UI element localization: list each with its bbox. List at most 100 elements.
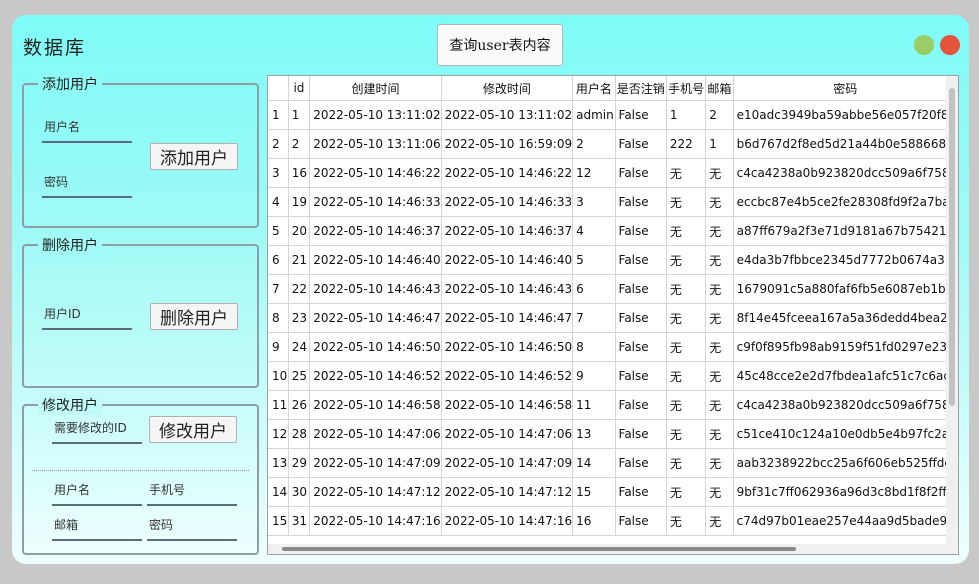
cell-password[interactable]: c74d97b01eae257e44aa9d5bade9: [733, 506, 958, 536]
user-table[interactable]: id 创建时间 修改时间 用户名 是否注销 手机号 邮箱 密码 1 1 2022-0…: [267, 75, 959, 555]
cell-modified[interactable]: 2022-05-10 14:47:09: [441, 448, 574, 478]
cell-rownum[interactable]: 5: [268, 216, 289, 246]
cell-created[interactable]: 2022-05-10 13:11:02: [309, 100, 442, 130]
modify-phone-input[interactable]: 手机号: [147, 480, 237, 506]
cell-rownum[interactable]: 10: [268, 361, 289, 391]
table-row[interactable]: 14 30 2022-05-10 14:47:12 2022-05-10 14:47:…: [268, 477, 958, 507]
minimize-icon[interactable]: [914, 35, 934, 55]
vertical-scrollbar[interactable]: [946, 76, 958, 554]
add-user-button[interactable]: 添加用户: [150, 143, 238, 170]
cell-id[interactable]: 20: [288, 216, 311, 246]
cell-modified[interactable]: 2022-05-10 14:47:06: [441, 419, 574, 449]
cell-password[interactable]: e10adc3949ba59abbe56e057f20f8: [733, 100, 958, 130]
cell-username[interactable]: 6: [572, 274, 616, 304]
cell-rownum[interactable]: 6: [268, 245, 289, 275]
cell-username[interactable]: 4: [572, 216, 616, 246]
cell-created[interactable]: 2022-05-10 14:46:33: [309, 187, 442, 217]
cell-username[interactable]: admin: [572, 100, 616, 130]
cell-created[interactable]: 2022-05-10 14:46:47: [309, 303, 442, 333]
cell-id[interactable]: 1: [288, 100, 311, 130]
column-header-rownum[interactable]: [268, 76, 289, 101]
cell-email[interactable]: 2: [705, 100, 734, 130]
cell-created[interactable]: 2022-05-10 14:46:58: [309, 390, 442, 420]
table-row[interactable]: 7 22 2022-05-10 14:46:43 2022-05-10 14:46:4…: [268, 274, 958, 304]
cell-password[interactable]: 1679091c5a880faf6fb5e6087eb1b2: [733, 274, 958, 304]
cell-modified[interactable]: 2022-05-10 14:46:33: [441, 187, 574, 217]
table-row[interactable]: 10 25 2022-05-10 14:46:52 2022-05-10 14:46:…: [268, 361, 958, 391]
cell-email[interactable]: 无: [705, 448, 734, 478]
cell-deleted[interactable]: False: [615, 274, 667, 304]
cell-username[interactable]: 2: [572, 129, 616, 159]
cell-email[interactable]: 无: [705, 506, 734, 536]
cell-username[interactable]: 7: [572, 303, 616, 333]
add-password-input[interactable]: 密码: [42, 172, 132, 198]
cell-id[interactable]: 23: [288, 303, 311, 333]
table-row[interactable]: 4 19 2022-05-10 14:46:33 2022-05-10 14:46:3…: [268, 187, 958, 217]
cell-rownum[interactable]: 7: [268, 274, 289, 304]
column-header-deleted[interactable]: 是否注销: [615, 76, 667, 101]
table-row[interactable]: 8 23 2022-05-10 14:46:47 2022-05-10 14:46:4…: [268, 303, 958, 333]
cell-created[interactable]: 2022-05-10 14:46:52: [309, 361, 442, 391]
table-row[interactable]: 12 28 2022-05-10 14:47:06 2022-05-10 14:47:…: [268, 419, 958, 449]
cell-modified[interactable]: 2022-05-10 14:46:50: [441, 332, 574, 362]
cell-password[interactable]: aab3238922bcc25a6f606eb525ffdc: [733, 448, 958, 478]
cell-username[interactable]: 9: [572, 361, 616, 391]
cell-modified[interactable]: 2022-05-10 14:46:22: [441, 158, 574, 188]
cell-rownum[interactable]: 2: [268, 129, 289, 159]
modify-email-input[interactable]: 邮箱: [52, 515, 142, 541]
cell-deleted[interactable]: False: [615, 216, 667, 246]
cell-password[interactable]: e4da3b7fbbce2345d7772b0674a3: [733, 245, 958, 275]
cell-id[interactable]: 24: [288, 332, 311, 362]
table-row[interactable]: 3 16 2022-05-10 14:46:22 2022-05-10 14:46:2…: [268, 158, 958, 188]
cell-id[interactable]: 22: [288, 274, 311, 304]
column-header-modified[interactable]: 修改时间: [441, 76, 574, 101]
cell-id[interactable]: 30: [288, 477, 311, 507]
close-icon[interactable]: [940, 35, 960, 55]
table-row[interactable]: 15 31 2022-05-10 14:47:16 2022-05-10 14:47:…: [268, 506, 958, 536]
cell-username[interactable]: 14: [572, 448, 616, 478]
cell-phone[interactable]: 无: [666, 332, 707, 362]
cell-deleted[interactable]: False: [615, 506, 667, 536]
cell-username[interactable]: 5: [572, 245, 616, 275]
add-username-input[interactable]: 用户名: [42, 117, 132, 143]
cell-deleted[interactable]: False: [615, 245, 667, 275]
cell-username[interactable]: 8: [572, 332, 616, 362]
cell-password[interactable]: b6d767d2f8ed5d21a44b0e588668: [733, 129, 958, 159]
cell-username[interactable]: 13: [572, 419, 616, 449]
table-row[interactable]: 6 21 2022-05-10 14:46:40 2022-05-10 14:46:4…: [268, 245, 958, 275]
cell-phone[interactable]: 无: [666, 477, 707, 507]
cell-deleted[interactable]: False: [615, 187, 667, 217]
cell-id[interactable]: 29: [288, 448, 311, 478]
cell-rownum[interactable]: 13: [268, 448, 289, 478]
cell-rownum[interactable]: 1: [268, 100, 289, 130]
cell-id[interactable]: 16: [288, 158, 311, 188]
cell-rownum[interactable]: 9: [268, 332, 289, 362]
cell-phone[interactable]: 无: [666, 506, 707, 536]
cell-modified[interactable]: 2022-05-10 14:47:16: [441, 506, 574, 536]
cell-email[interactable]: 无: [705, 303, 734, 333]
cell-deleted[interactable]: False: [615, 303, 667, 333]
cell-rownum[interactable]: 8: [268, 303, 289, 333]
cell-phone[interactable]: 无: [666, 419, 707, 449]
cell-username[interactable]: 15: [572, 477, 616, 507]
table-row[interactable]: 2 2 2022-05-10 13:11:06 2022-05-10 16:59:09…: [268, 129, 958, 159]
cell-rownum[interactable]: 14: [268, 477, 289, 507]
delete-user-button[interactable]: 删除用户: [150, 303, 238, 330]
column-header-created[interactable]: 创建时间: [309, 76, 442, 101]
cell-modified[interactable]: 2022-05-10 13:11:02: [441, 100, 574, 130]
cell-phone[interactable]: 无: [666, 303, 707, 333]
cell-modified[interactable]: 2022-05-10 14:46:43: [441, 274, 574, 304]
cell-phone[interactable]: 无: [666, 274, 707, 304]
cell-rownum[interactable]: 12: [268, 419, 289, 449]
cell-deleted[interactable]: False: [615, 158, 667, 188]
cell-phone[interactable]: 无: [666, 390, 707, 420]
cell-id[interactable]: 21: [288, 245, 311, 275]
cell-created[interactable]: 2022-05-10 13:11:06: [309, 129, 442, 159]
cell-password[interactable]: 45c48cce2e2d7fbdea1afc51c7c6ac: [733, 361, 958, 391]
cell-rownum[interactable]: 15: [268, 506, 289, 536]
column-header-password[interactable]: 密码: [733, 76, 958, 101]
cell-id[interactable]: 26: [288, 390, 311, 420]
cell-phone[interactable]: 无: [666, 448, 707, 478]
cell-deleted[interactable]: False: [615, 332, 667, 362]
cell-password[interactable]: c4ca4238a0b923820dcc509a6f758: [733, 390, 958, 420]
